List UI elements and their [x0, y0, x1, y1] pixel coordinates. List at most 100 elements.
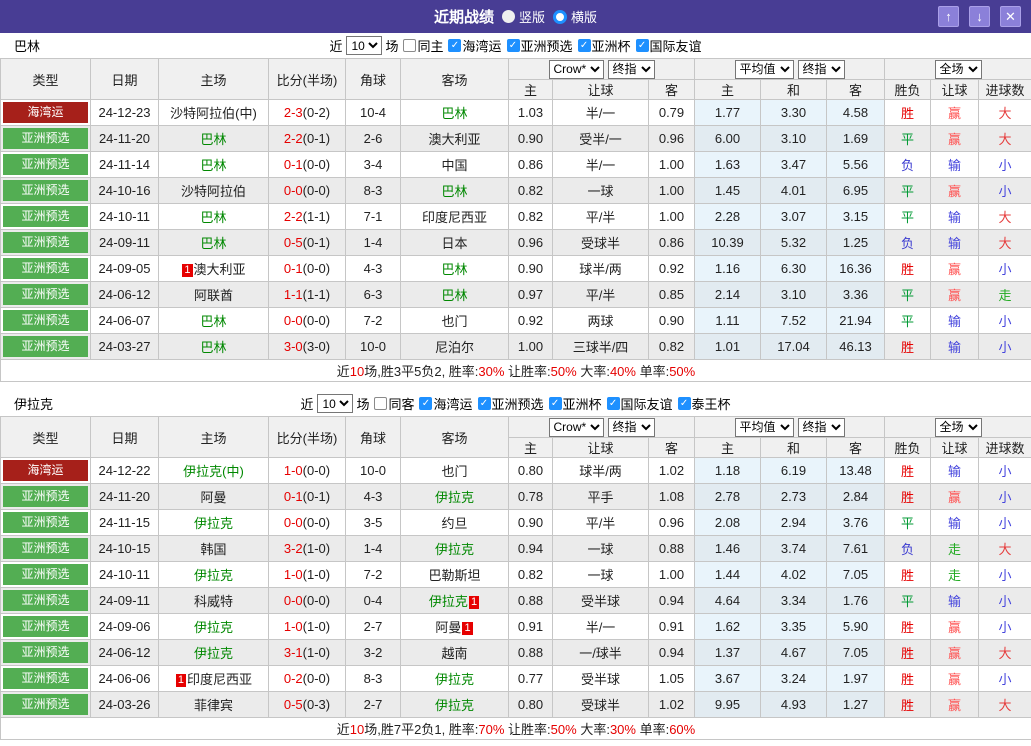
avg-odds-cell: 3.07 — [761, 204, 827, 230]
date-cell: 24-06-12 — [91, 282, 159, 308]
league-checkbox[interactable]: ✓海湾运 — [414, 394, 472, 413]
corner-cell: 10-0 — [346, 458, 401, 484]
same-side-label: 同主 — [417, 36, 443, 55]
handicap-cell: 平/半 — [553, 204, 649, 230]
team-name-text: 尼泊尔 — [435, 340, 474, 355]
same-side-checkbox[interactable]: 同主 — [398, 36, 443, 55]
full-time-score: 3-0 — [284, 339, 303, 354]
radio-vertical[interactable]: 竖版 — [502, 7, 545, 26]
odds-cell: 1.08 — [649, 484, 695, 510]
odds-cell: 0.92 — [509, 308, 553, 334]
results-table: 类型 日期 主场 比分(半场) 角球 客场 Crow*终指 平均值终指 全场 — [0, 58, 1031, 382]
summary-segment: 近 — [337, 364, 350, 379]
team-section: 巴林 近10场同主✓海湾运✓亚洲预选✓亚洲杯✓国际友谊 类型 日期 主场 比分(… — [0, 33, 1031, 382]
away-team: 伊拉克1 — [401, 588, 509, 614]
half-time-score: (1-0) — [303, 645, 330, 660]
league-checkbox[interactable]: ✓亚洲预选 — [473, 394, 544, 413]
league-label: 国际友谊 — [650, 36, 702, 55]
section-team-name: 伊拉克 — [14, 394, 53, 413]
type-cell: 亚洲预选 — [1, 536, 91, 562]
average-select[interactable]: 平均值 — [735, 418, 794, 437]
bookmaker-select[interactable]: Crow* — [549, 418, 604, 437]
result-cell: 走 — [931, 536, 979, 562]
corner-cell: 10-0 — [346, 334, 401, 360]
date-cell: 24-10-15 — [91, 536, 159, 562]
handicap-cell: 半/一 — [553, 100, 649, 126]
half-time-score: (0-0) — [303, 261, 330, 276]
summary-segment: 单率: — [636, 364, 669, 379]
filters: 近10场同主✓海湾运✓亚洲预选✓亚洲杯✓国际友谊 — [329, 36, 701, 55]
full-match-select[interactable]: 全场 — [935, 418, 982, 437]
team-name-text: 巴林 — [200, 236, 226, 251]
full-time-score: 0-1 — [284, 261, 303, 276]
handicap-cell: 球半/两 — [553, 458, 649, 484]
home-team: 巴林 — [159, 308, 269, 334]
final-index-select[interactable]: 终指 — [608, 418, 655, 437]
league-label: 海湾运 — [433, 394, 472, 413]
odds-cell: 0.88 — [509, 640, 553, 666]
close-button[interactable]: ✕ — [1000, 6, 1021, 27]
full-match-select[interactable]: 全场 — [935, 60, 982, 79]
league-checkbox[interactable]: ✓亚洲杯 — [544, 394, 602, 413]
bottom-padding — [0, 740, 1031, 746]
avg-odds-cell: 1.62 — [695, 614, 761, 640]
avg-odds-cell: 1.44 — [695, 562, 761, 588]
match-count-select[interactable]: 10 — [346, 36, 382, 55]
odds-cell: 0.88 — [509, 588, 553, 614]
team-name-text: 巴林 — [200, 132, 226, 147]
column-header-handicap-home: 主 — [509, 80, 553, 100]
section-filter-bar: 巴林 近10场同主✓海湾运✓亚洲预选✓亚洲杯✓国际友谊 — [0, 33, 1031, 58]
score-cell: 0-5(0-1) — [269, 230, 346, 256]
league-checkbox[interactable]: ✓亚洲杯 — [573, 36, 631, 55]
final-index-select[interactable]: 终指 — [608, 60, 655, 79]
avg-odds-cell: 3.10 — [761, 126, 827, 152]
team-name-text: 伊拉克 — [435, 698, 474, 713]
away-team: 阿曼1 — [401, 614, 509, 640]
move-down-button[interactable]: ↓ — [969, 6, 990, 27]
result-cell: 赢 — [931, 282, 979, 308]
column-header-handicap-result: 让球 — [931, 438, 979, 458]
avg-odds-cell: 3.47 — [761, 152, 827, 178]
avg-odds-cell: 1.69 — [827, 126, 885, 152]
full-match-select-group: 全场 — [885, 417, 1031, 438]
half-time-score: (0-0) — [303, 671, 330, 686]
match-count-select[interactable]: 10 — [317, 394, 353, 413]
avg-odds-cell: 2.84 — [827, 484, 885, 510]
radio-horizontal[interactable]: 横版 — [553, 7, 597, 26]
summary-segment: 60% — [669, 722, 695, 737]
handicap-cell: 受球半 — [553, 692, 649, 718]
checkbox-unchecked-icon — [374, 397, 387, 410]
league-checkbox[interactable]: ✓泰王杯 — [673, 394, 731, 413]
team-name-text: 伊拉克 — [435, 542, 474, 557]
bookmaker-select[interactable]: Crow* — [549, 60, 604, 79]
checkbox-checked-icon: ✓ — [448, 39, 461, 52]
move-up-button[interactable]: ↑ — [938, 6, 959, 27]
result-cell: 大 — [979, 126, 1031, 152]
corner-cell: 7-2 — [346, 562, 401, 588]
league-checkbox[interactable]: ✓国际友谊 — [602, 394, 673, 413]
final-index-select-2[interactable]: 终指 — [798, 60, 845, 79]
league-checkbox[interactable]: ✓海湾运 — [443, 36, 501, 55]
average-select[interactable]: 平均值 — [735, 60, 794, 79]
score-cell: 0-1(0-0) — [269, 256, 346, 282]
team-name-text: 伊拉克 — [435, 672, 474, 687]
table-row: 亚洲预选 24-11-14 巴林 0-1(0-0) 3-4 中国 0.86 半/… — [1, 152, 1031, 178]
full-time-score: 3-1 — [284, 645, 303, 660]
handicap-cell: 球半/两 — [553, 256, 649, 282]
checkbox-checked-icon: ✓ — [636, 39, 649, 52]
league-checkbox[interactable]: ✓国际友谊 — [631, 36, 702, 55]
table-row: 亚洲预选 24-06-12 阿联酋 1-1(1-1) 6-3 巴林 0.97 平… — [1, 282, 1031, 308]
down-arrow-icon: ↓ — [976, 9, 983, 24]
result-cell: 负 — [885, 230, 931, 256]
league-checkbox[interactable]: ✓亚洲预选 — [502, 36, 573, 55]
table-row: 亚洲预选 24-06-12 伊拉克 3-1(1-0) 3-2 越南 0.88 一… — [1, 640, 1031, 666]
odds-cell: 0.90 — [509, 256, 553, 282]
competition-type-badge: 亚洲预选 — [3, 642, 88, 663]
competition-type-badge: 亚洲预选 — [3, 590, 88, 611]
column-header-handicap-away: 客 — [649, 80, 695, 100]
result-cell: 输 — [931, 510, 979, 536]
same-side-checkbox[interactable]: 同客 — [369, 394, 414, 413]
summary-segment: 让胜率: — [504, 364, 550, 379]
final-index-select-2[interactable]: 终指 — [798, 418, 845, 437]
checkbox-checked-icon: ✓ — [578, 39, 591, 52]
